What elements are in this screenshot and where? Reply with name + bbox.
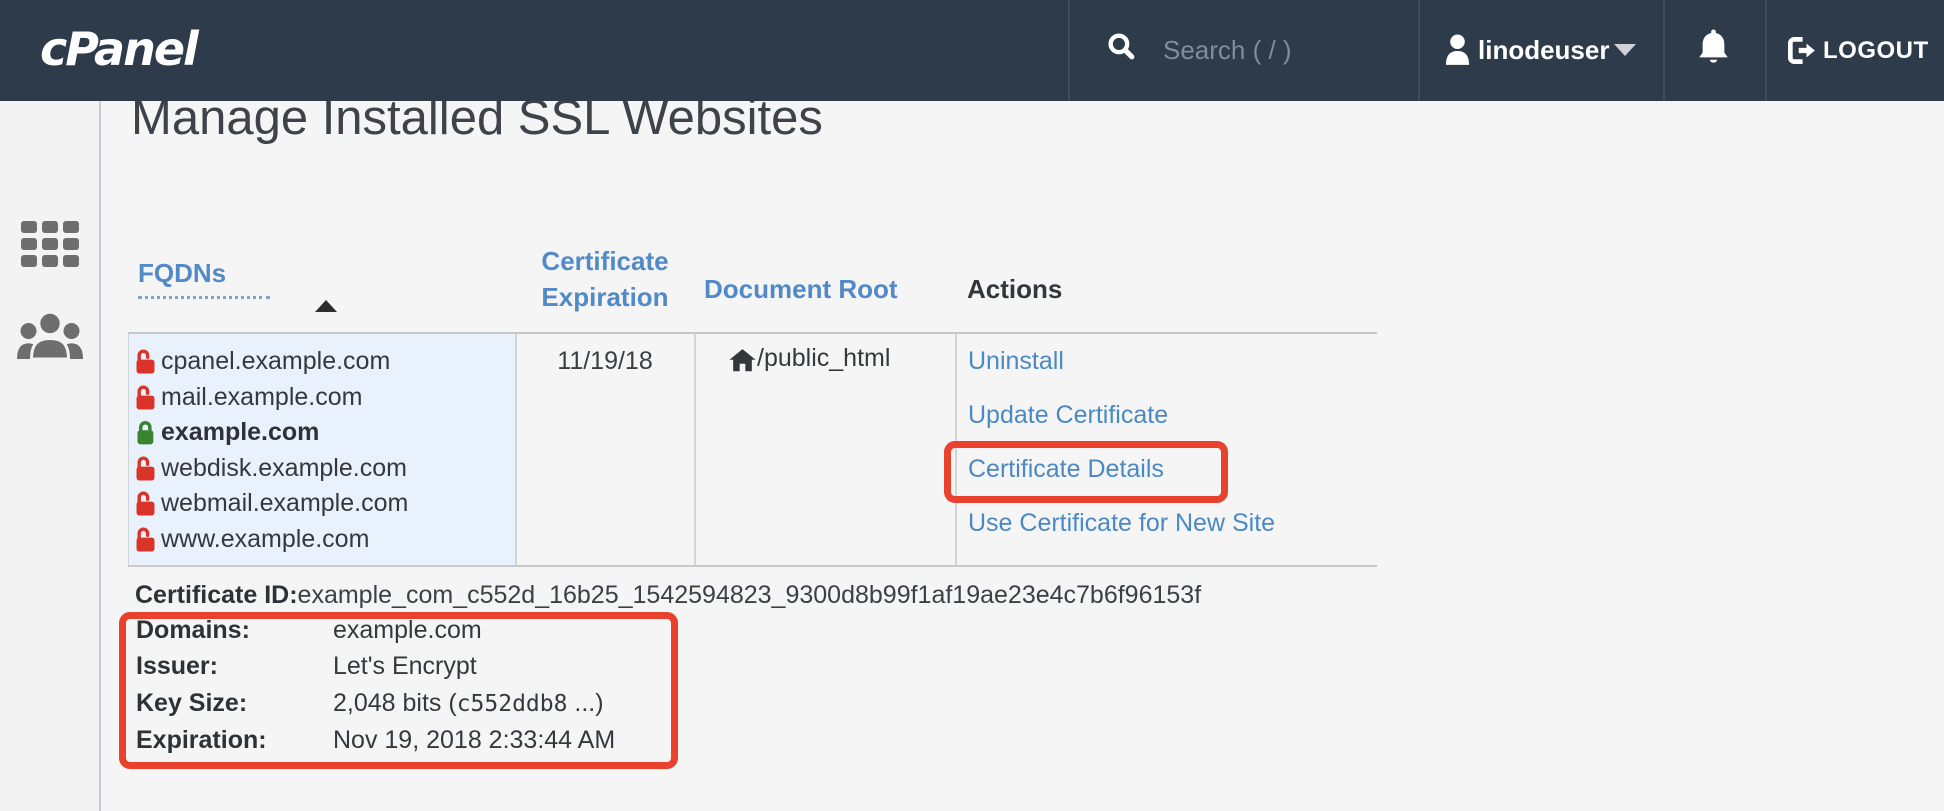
- table-header-document-root[interactable]: Document Root: [704, 274, 898, 305]
- fqdn-item: cpanel.example.com: [129, 344, 515, 380]
- fqdn-item: www.example.com: [129, 522, 515, 558]
- search-box[interactable]: Search ( / ): [1070, 0, 1418, 101]
- detail-value: Nov 19, 2018 2:33:44 AM: [333, 726, 615, 755]
- search-icon: [1106, 31, 1137, 62]
- detail-row: Expiration:Nov 19, 2018 2:33:44 AM: [136, 722, 615, 759]
- open-lock-icon: [135, 348, 156, 375]
- fqdn-domain: example.com: [161, 418, 319, 447]
- logout-button[interactable]: LOGOUT: [1767, 0, 1944, 101]
- actions-list: UninstallUpdate CertificateCertificate D…: [968, 334, 1275, 550]
- column-divider: [955, 334, 957, 565]
- username: linodeuser: [1478, 0, 1609, 101]
- apps-grid-icon: [21, 221, 79, 273]
- action-link-use-certificate-for-new-site[interactable]: Use Certificate for New Site: [968, 496, 1275, 550]
- certificate-id-value: example_com_c552d_16b25_1542594823_9300d…: [298, 581, 1202, 609]
- fqdn-item: mail.example.com: [129, 380, 515, 416]
- fqdn-domain: webdisk.example.com: [161, 454, 407, 483]
- detail-label: Issuer:: [136, 652, 333, 681]
- bell-icon: [1696, 27, 1731, 68]
- home-icon: [729, 348, 756, 372]
- sort-ascending-icon[interactable]: [315, 300, 337, 312]
- chevron-down-icon: [1614, 44, 1636, 56]
- top-navbar: cPanel Search ( / ) linodeuser: [0, 0, 1944, 101]
- open-lock-icon: [135, 384, 156, 411]
- search-placeholder: Search ( / ): [1163, 0, 1292, 101]
- table-header-actions: Actions: [967, 274, 1062, 305]
- user-menu[interactable]: linodeuser: [1418, 0, 1663, 101]
- cpanel-logo[interactable]: cPanel: [40, 22, 197, 76]
- certificate-id-line: Certificate ID:example_com_c552d_16b25_1…: [135, 581, 1201, 610]
- table-header-certificate-expiration[interactable]: Certificate Expiration: [515, 243, 695, 315]
- fqdn-item: example.com: [129, 415, 515, 451]
- detail-value: example.com: [333, 616, 482, 645]
- users-group-icon: [17, 311, 83, 360]
- sidebar-item-apps[interactable]: [0, 221, 99, 273]
- detail-label: Domains:: [136, 616, 333, 645]
- detail-row: Issuer:Let's Encrypt: [136, 649, 615, 686]
- open-lock-icon: [135, 490, 156, 517]
- document-root-cell: /public_html: [729, 344, 890, 373]
- table-bottom-border: [128, 565, 1377, 567]
- action-link-certificate-details[interactable]: Certificate Details: [968, 442, 1275, 496]
- fqdn-domain: www.example.com: [161, 525, 369, 554]
- detail-label: Expiration:: [136, 726, 333, 755]
- user-icon: [1444, 33, 1471, 66]
- sidebar: [0, 101, 101, 811]
- detail-label: Key Size:: [136, 689, 333, 718]
- open-lock-icon: [135, 455, 156, 482]
- action-link-uninstall[interactable]: Uninstall: [968, 334, 1275, 388]
- notifications-button[interactable]: [1665, 0, 1765, 101]
- open-lock-icon: [135, 526, 156, 553]
- fqdn-list: cpanel.example.com mail.example.com exampl…: [128, 334, 515, 565]
- fqdn-domain: cpanel.example.com: [161, 347, 390, 376]
- action-link-update-certificate[interactable]: Update Certificate: [968, 388, 1275, 442]
- fqdn-item: webdisk.example.com: [129, 451, 515, 487]
- document-root-path: /public_html: [757, 344, 890, 373]
- sidebar-item-users[interactable]: [0, 311, 99, 365]
- certificate-expiration-value: 11/19/18: [515, 347, 695, 376]
- fqdn-item: webmail.example.com: [129, 486, 515, 522]
- detail-value: Let's Encrypt: [333, 652, 477, 681]
- detail-row: Domains:example.com: [136, 612, 615, 649]
- logout-icon: [1787, 36, 1816, 65]
- table-header-fqdns[interactable]: FQDNs: [138, 258, 270, 299]
- fqdn-domain: mail.example.com: [161, 383, 362, 412]
- detail-row: Key Size:2,048 bits (c552ddb8 ...): [136, 685, 615, 722]
- details-rows: Domains:example.comIssuer:Let's EncryptK…: [136, 612, 615, 758]
- logout-label: LOGOUT: [1823, 0, 1929, 101]
- detail-value: 2,048 bits (c552ddb8 ...): [333, 689, 604, 718]
- closed-lock-icon: [135, 419, 156, 446]
- fqdn-domain: webmail.example.com: [161, 489, 408, 518]
- certificate-id-label: Certificate ID:: [135, 581, 298, 609]
